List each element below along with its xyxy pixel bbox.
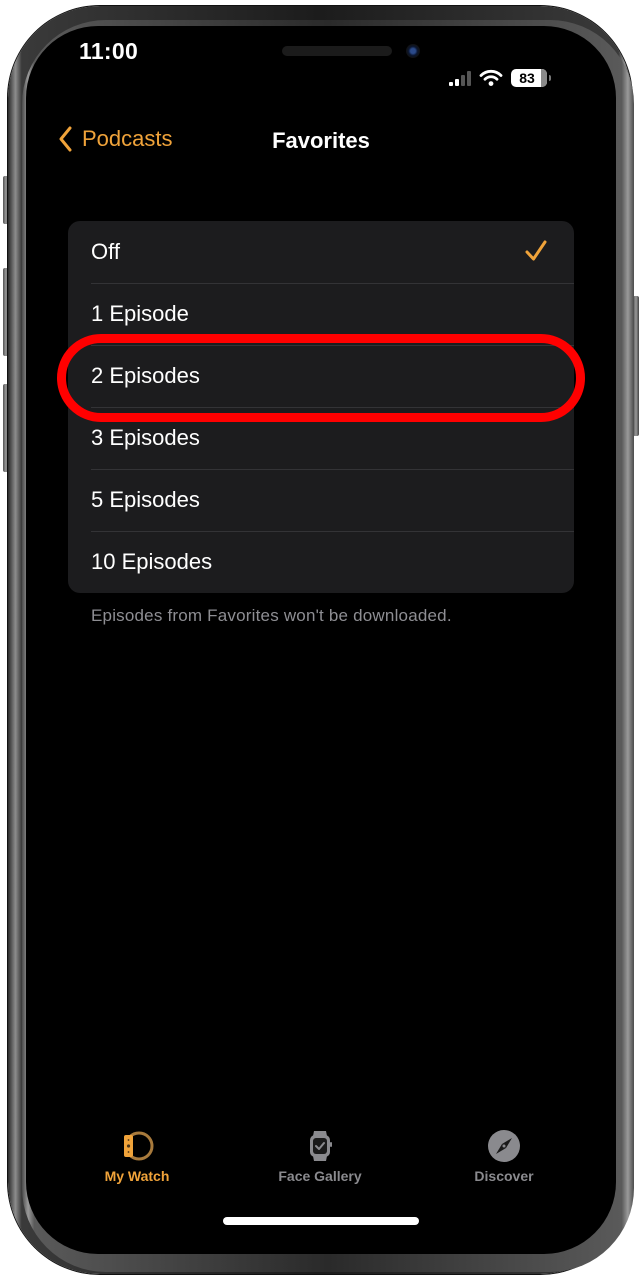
page-title: Favorites: [272, 128, 370, 153]
earpiece-speaker: [282, 46, 392, 56]
option-row-5-episodes[interactable]: 5 Episodes: [68, 469, 574, 531]
battery-icon: 83: [511, 69, 551, 87]
tab-face-gallery[interactable]: Face Gallery: [240, 1128, 400, 1184]
option-label: 10 Episodes: [91, 549, 213, 574]
option-row-3-episodes[interactable]: 3 Episodes: [68, 407, 574, 469]
cellular-signal-icon: [449, 70, 471, 86]
option-row-2-episodes[interactable]: 2 Episodes: [68, 345, 574, 407]
favorites-download-options: Off 1 Episode 2 Episodes 3 Episodes 5 Ep…: [68, 221, 574, 593]
checkmark-icon: [525, 240, 547, 261]
home-indicator[interactable]: [223, 1217, 419, 1225]
tab-my-watch[interactable]: My Watch: [57, 1128, 217, 1184]
watch-band-icon: [124, 1131, 154, 1161]
status-time: 11:00: [79, 38, 139, 64]
compass-icon: [488, 1130, 520, 1162]
option-row-10-episodes[interactable]: 10 Episodes: [68, 531, 574, 593]
tab-discover[interactable]: Discover: [424, 1128, 584, 1184]
tab-bar: My Watch Face Gallery Discover: [0, 1128, 642, 1198]
options-footnote: Episodes from Favorites won't be downloa…: [91, 606, 452, 625]
option-label: 3 Episodes: [91, 425, 200, 450]
wifi-icon: [479, 69, 503, 86]
tab-label: Discover: [474, 1168, 534, 1184]
option-label: Off: [91, 239, 120, 264]
option-row-1-episode[interactable]: 1 Episode: [68, 283, 574, 345]
battery-level: 83: [519, 70, 535, 86]
phone-screen: [26, 26, 616, 1254]
status-icons: 83: [449, 69, 551, 87]
option-label: 5 Episodes: [91, 487, 200, 512]
watch-face-icon: [310, 1131, 332, 1161]
option-label: 1 Episode: [91, 301, 189, 326]
option-label: 2 Episodes: [91, 363, 200, 388]
tab-label: My Watch: [104, 1168, 170, 1184]
option-row-off[interactable]: Off: [68, 221, 574, 283]
front-camera: [406, 44, 420, 58]
tab-label: Face Gallery: [278, 1168, 362, 1184]
